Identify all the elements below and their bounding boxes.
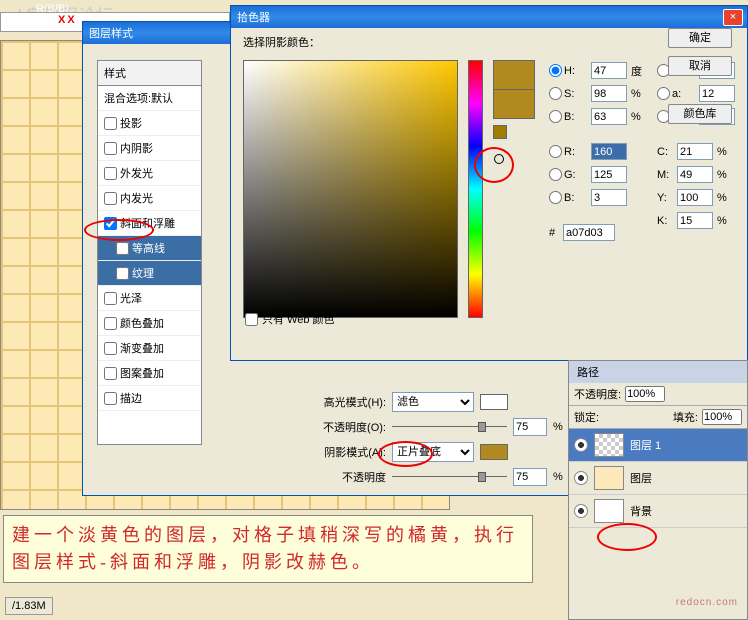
shadow-color-swatch[interactable] (480, 444, 508, 460)
styles-header[interactable]: 样式 (98, 61, 201, 86)
pct-suffix2: % (553, 471, 563, 483)
old-color-swatch[interactable] (493, 89, 535, 119)
style-item[interactable]: 颜色叠加 (98, 311, 201, 336)
b2-input[interactable] (591, 189, 627, 206)
layer-item[interactable]: 背景 (569, 495, 747, 528)
h-radio[interactable]: H: (549, 64, 587, 77)
cancel-button[interactable]: 取消 (668, 56, 732, 76)
layer-thumb (594, 466, 624, 490)
visibility-icon[interactable] (574, 438, 588, 452)
saturation-value-box[interactable] (243, 60, 458, 318)
pct-suffix: % (553, 421, 563, 433)
opacity1-input[interactable] (513, 418, 547, 436)
s-input[interactable] (591, 85, 627, 102)
style-item[interactable]: 投影 (98, 111, 201, 136)
hex-input[interactable] (563, 224, 615, 241)
layer-item[interactable]: 图层 1 (569, 429, 747, 462)
paths-tab[interactable]: 路径 (569, 361, 607, 383)
highlight-label: 高光模式(H): (308, 394, 386, 410)
fill-label: 填充: (673, 409, 698, 425)
layer-style-title: 图层样式 (89, 25, 133, 41)
style-item[interactable]: 纹理 (98, 261, 201, 286)
blend-options[interactable]: 混合选项:默认 (98, 86, 201, 111)
picker-titlebar[interactable]: 拾色器 × (231, 6, 747, 28)
g-radio[interactable]: G: (549, 168, 587, 181)
picker-title: 拾色器 (237, 9, 270, 25)
layer-thumb (594, 499, 624, 523)
style-item[interactable]: 图案叠加 (98, 361, 201, 386)
opacity-label: 不透明度: (574, 386, 621, 402)
opacity2-input[interactable] (513, 468, 547, 486)
instruction-text: 建一个淡黄色的图层，对格子填稍深写的橘黄，执行图层样式-斜面和浮雕，阴影改赫色。 (3, 515, 533, 583)
color-lib-button[interactable]: 颜色库 (668, 104, 732, 124)
xx-marker: XX (58, 14, 77, 26)
style-item[interactable]: 描边 (98, 386, 201, 411)
fill-value[interactable] (702, 409, 742, 425)
close-icon[interactable]: × (723, 9, 743, 26)
layer-thumb (594, 433, 624, 457)
opacity2-slider[interactable] (392, 470, 507, 484)
styles-list: 样式 混合选项:默认 投影内阴影外发光内发光斜面和浮雕等高线纹理光泽颜色叠加渐变… (97, 60, 202, 445)
warn-swatch[interactable] (493, 125, 507, 139)
m-input[interactable] (677, 166, 713, 183)
shadow-mode-select[interactable]: 正片叠底 (392, 442, 474, 462)
color-picker-dialog: 拾色器 × 选择阴影颜色： H:度 S:% B:% R: G: B: # (230, 5, 748, 361)
h-input[interactable] (591, 62, 627, 79)
c-input[interactable] (677, 143, 713, 160)
k-input[interactable] (677, 212, 713, 229)
y-input[interactable] (677, 189, 713, 206)
style-item[interactable]: 内发光 (98, 186, 201, 211)
style-item[interactable]: 渐变叠加 (98, 336, 201, 361)
highlight-color-swatch[interactable] (480, 394, 508, 410)
style-item[interactable]: 光泽 (98, 286, 201, 311)
redocn-watermark: redocn.com (676, 597, 738, 608)
b-radio[interactable]: B: (549, 110, 587, 123)
visibility-icon[interactable] (574, 471, 588, 485)
r-radio[interactable]: R: (549, 145, 587, 158)
lock-label: 锁定: (574, 409, 599, 425)
layer-item[interactable]: 图层 (569, 462, 747, 495)
layers-panel: 路径 不透明度: 锁定: 填充: 图层 1图层背景 (568, 360, 748, 620)
r-input[interactable] (591, 143, 627, 160)
status-bar: /1.83M (5, 597, 53, 615)
web-only-checkbox[interactable]: 只有 Web 颜色 (245, 311, 335, 327)
opacity1-label: 不透明度(O): (308, 419, 386, 435)
sv-marker[interactable] (494, 154, 504, 164)
opacity1-slider[interactable] (392, 420, 507, 434)
b-input[interactable] (591, 108, 627, 125)
shadow-label: 阴影模式(A): (308, 444, 386, 460)
ok-button[interactable]: 确定 (668, 28, 732, 48)
opacity2-label: 不透明度 (308, 469, 386, 485)
new-color-swatch[interactable] (493, 60, 535, 90)
g-input[interactable] (591, 166, 627, 183)
style-item[interactable]: 斜面和浮雕 (98, 211, 201, 236)
style-item[interactable]: 外发光 (98, 161, 201, 186)
style-item[interactable]: 等高线 (98, 236, 201, 261)
style-item[interactable]: 内阴影 (98, 136, 201, 161)
b2-radio[interactable]: B: (549, 191, 587, 204)
s-radio[interactable]: S: (549, 87, 587, 100)
bevel-form: 高光模式(H): 滤色 不透明度(O): % 阴影模式(A): 正片叠底 不透明… (308, 392, 608, 492)
hue-slider[interactable] (468, 60, 483, 318)
highlight-mode-select[interactable]: 滤色 (392, 392, 474, 412)
opacity-value[interactable] (625, 386, 665, 402)
visibility-icon[interactable] (574, 504, 588, 518)
